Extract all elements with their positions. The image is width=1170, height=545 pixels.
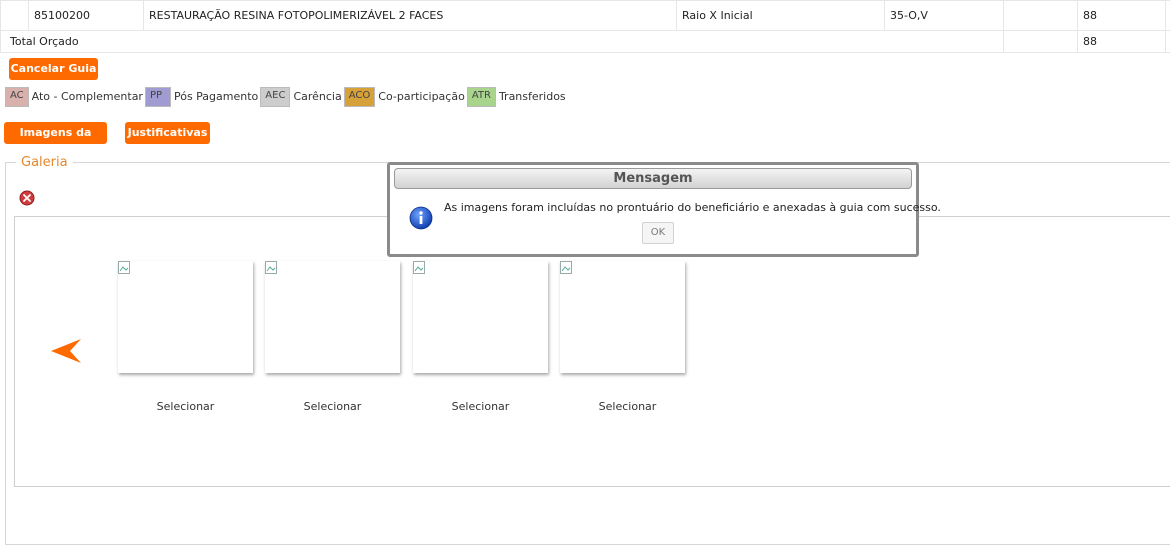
- legend-tag-aec: AEC: [260, 87, 290, 107]
- gallery-thumbnail-4[interactable]: [560, 261, 685, 373]
- legend-tag-aco: ACO: [344, 87, 376, 107]
- legend-label-aco: Co-participação: [378, 87, 465, 107]
- procedures-table: 85100200 RESTAURAÇÃO RESINA FOTOPOLIMERI…: [0, 0, 1170, 53]
- broken-image-icon: [560, 261, 574, 275]
- legend-label-ac: Ato - Complementar: [32, 87, 143, 107]
- cell-value: 88: [1078, 1, 1166, 31]
- legend-tag-atr: ATR: [467, 87, 496, 107]
- status-legend: AC Ato - Complementar PP Pós Pagamento A…: [5, 87, 568, 107]
- table-row: 85100200 RESTAURAÇÃO RESINA FOTOPOLIMERI…: [1, 1, 1170, 31]
- info-icon: [409, 206, 433, 230]
- select-link-4[interactable]: Selecionar: [560, 400, 695, 413]
- broken-image-icon: [265, 261, 279, 275]
- cell-code: 85100200: [29, 1, 144, 31]
- gallery-title: Galeria: [16, 155, 73, 170]
- select-link-3[interactable]: Selecionar: [413, 400, 548, 413]
- ok-button[interactable]: OK: [642, 222, 674, 244]
- legend-label-atr: Transferidos: [499, 87, 566, 107]
- cancel-guide-button[interactable]: Cancelar Guia: [9, 58, 98, 80]
- cell-procedure: RESTAURAÇÃO RESINA FOTOPOLIMERIZÁVEL 2 F…: [144, 1, 677, 31]
- select-link-1[interactable]: Selecionar: [118, 400, 253, 413]
- total-value: 88: [1078, 31, 1166, 53]
- legend-tag-ac: AC: [5, 87, 29, 107]
- cell-tooth: 35-O,V: [885, 1, 1004, 31]
- broken-image-icon: [413, 261, 427, 275]
- guide-images-button[interactable]: Imagens da Guia: [4, 122, 107, 144]
- legend-tag-pp: PP: [145, 87, 171, 107]
- gallery-thumbnail-2[interactable]: [265, 261, 400, 373]
- dialog-message: As imagens foram incluídas no prontuário…: [444, 201, 941, 214]
- message-dialog: Mensagem As imagens foram incluídas no p…: [387, 162, 919, 257]
- cell-type: Raio X Inicial: [677, 1, 885, 31]
- select-link-2[interactable]: Selecionar: [265, 400, 400, 413]
- gallery-thumbnail-3[interactable]: [413, 261, 548, 373]
- close-icon[interactable]: [19, 190, 35, 206]
- dialog-title: Mensagem: [394, 168, 912, 189]
- justifications-button[interactable]: Justificativas: [125, 122, 210, 144]
- arrow-left-icon[interactable]: [50, 338, 82, 364]
- gallery-thumbnail-1[interactable]: [118, 261, 253, 373]
- total-label: Total Orçado: [1, 31, 1004, 53]
- legend-label-pp: Pós Pagamento: [174, 87, 258, 107]
- table-total-row: Total Orçado 88: [1, 31, 1170, 53]
- broken-image-icon: [118, 261, 132, 275]
- legend-label-aec: Carência: [293, 87, 341, 107]
